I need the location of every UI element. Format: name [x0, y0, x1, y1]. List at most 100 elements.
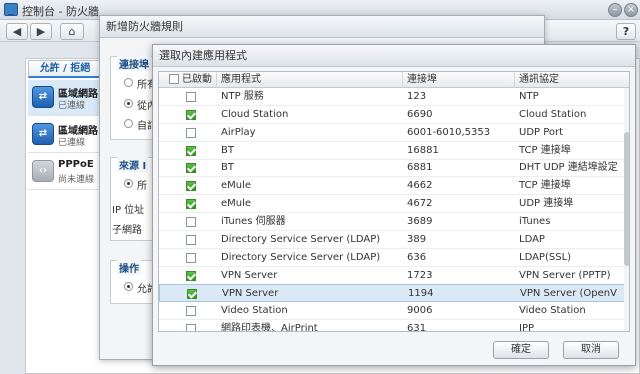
app-cell: eMule: [221, 198, 252, 210]
grid-header: 已啟動 應用程式 連接埠 通訊協定: [159, 72, 629, 88]
table-row[interactable]: VPN Server 1194 VPN Server (OpenV: [159, 284, 625, 303]
protocol-cell: LDAP: [519, 233, 545, 245]
app-cell: Directory Service Server (LDAP): [221, 251, 381, 263]
port-cell: 4662: [407, 180, 433, 192]
protocol-cell: iTunes: [519, 215, 551, 227]
port-cell: 6001-6010,5353: [407, 126, 491, 138]
table-row[interactable]: AirPlay 6001-6010,5353 UDP Port: [159, 124, 625, 142]
group-title: 操作: [117, 260, 141, 275]
protocol-cell: UDP 連接埠: [519, 198, 574, 210]
table-row[interactable]: Cloud Station 6690 Cloud Station: [159, 106, 625, 124]
interface-name: PPPoE: [58, 159, 94, 170]
column-header-protocol[interactable]: 通訊協定: [515, 72, 625, 88]
protocol-cell: TCP 連接埠: [519, 180, 571, 192]
radio-builtin-apps[interactable]: [124, 99, 133, 108]
app-cell: 網路印表機、AirPrint: [221, 323, 318, 332]
protocol-cell: DHT UDP 連結埠設定: [519, 162, 618, 174]
enabled-checkbox[interactable]: [186, 270, 196, 281]
app-cell: Cloud Station: [221, 108, 289, 120]
minimize-icon[interactable]: –: [608, 3, 622, 17]
back-button[interactable]: ◀: [6, 23, 28, 40]
app-cell: VPN Server: [221, 269, 278, 281]
dialog-title: 選取內建應用程式: [153, 45, 635, 67]
enabled-checkbox[interactable]: [186, 216, 196, 227]
table-row[interactable]: eMule 4672 UDP 連接埠: [159, 195, 625, 214]
enabled-checkbox[interactable]: [187, 289, 197, 300]
table-row[interactable]: 網路印表機、AirPrint 631 IPP: [159, 320, 625, 332]
app-cell: Directory Service Server (LDAP): [221, 233, 381, 245]
help-button[interactable]: ?: [616, 23, 636, 40]
interface-status: 尚未連線: [58, 175, 95, 185]
close-icon[interactable]: ×: [624, 3, 638, 17]
protocol-cell: Video Station: [519, 305, 586, 317]
port-cell: 631: [407, 323, 427, 332]
table-row[interactable]: Directory Service Server (LDAP) 389 LDAP: [159, 231, 625, 249]
app-cell: VPN Server: [222, 288, 279, 300]
radio-source-all[interactable]: [124, 179, 133, 188]
enabled-checkbox[interactable]: [186, 181, 196, 192]
cancel-button[interactable]: 取消: [563, 341, 619, 359]
protocol-cell: NTP: [519, 91, 539, 102]
enabled-checkbox[interactable]: [186, 234, 196, 245]
table-row[interactable]: VPN Server 1723 VPN Server (PPTP): [159, 267, 625, 285]
home-button[interactable]: ⌂: [60, 23, 84, 40]
table-row[interactable]: iTunes 伺服器 3689 iTunes: [159, 213, 625, 231]
scrollbar-thumb[interactable]: [624, 132, 629, 266]
port-cell: 4672: [407, 198, 433, 210]
protocol-cell: TCP 連接埠: [519, 144, 571, 156]
enabled-checkbox[interactable]: [186, 109, 196, 120]
port-cell: 9006: [407, 305, 433, 317]
apps-grid: 已啟動 應用程式 連接埠 通訊協定 NTP 服務 123 NTP Cloud Stat…: [158, 71, 630, 332]
port-cell: 6690: [407, 108, 433, 120]
group-title: 來源 I: [117, 157, 149, 172]
ip-address-label: IP 位址: [112, 205, 145, 216]
interface-item-lan2[interactable]: ⇄ 區域網路 已連線: [28, 117, 102, 153]
table-row[interactable]: BT 6881 DHT UDP 連結埠設定: [159, 159, 625, 178]
radio-custom[interactable]: [124, 119, 133, 128]
radio-allow[interactable]: [124, 282, 133, 291]
select-all-checkbox[interactable]: [169, 74, 179, 84]
enabled-checkbox[interactable]: [186, 145, 196, 156]
protocol-cell: Cloud Station: [519, 108, 587, 120]
interface-status: 已連線: [58, 101, 86, 111]
interface-item-pppoe[interactable]: ‹› PPPoE 尚未連線: [28, 154, 102, 190]
interface-item-lan1[interactable]: ⇄ 區域網路 已連線: [28, 80, 102, 116]
window-title: 控制台 - 防火牆: [22, 5, 99, 18]
enabled-checkbox[interactable]: [186, 252, 196, 263]
dialog-title: 新增防火牆規則: [100, 16, 544, 38]
tab-allow-deny[interactable]: 允許 / 拒絕: [28, 60, 102, 78]
enabled-checkbox[interactable]: [186, 163, 196, 174]
app-cell: Video Station: [221, 305, 288, 317]
port-cell: 1723: [407, 269, 433, 281]
ok-button[interactable]: 確定: [493, 341, 549, 359]
app-cell: NTP 服務: [221, 91, 264, 102]
app-cell: iTunes 伺服器: [221, 215, 286, 227]
vertical-scrollbar[interactable]: [624, 88, 629, 331]
column-header-port[interactable]: 連接埠: [403, 72, 515, 88]
table-row[interactable]: BT 16881 TCP 連接埠: [159, 142, 625, 160]
app-cell: AirPlay: [221, 126, 256, 138]
enabled-checkbox[interactable]: [186, 324, 196, 331]
radio-all-ports[interactable]: [124, 78, 133, 87]
app-cell: BT: [221, 144, 234, 156]
port-cell: 16881: [407, 144, 439, 156]
enabled-checkbox[interactable]: [186, 199, 196, 210]
protocol-cell: IPP: [519, 323, 535, 332]
column-header-app[interactable]: 應用程式: [217, 72, 403, 88]
forward-button[interactable]: ▶: [30, 23, 52, 40]
table-row[interactable]: eMule 4662 TCP 連接埠: [159, 177, 625, 196]
table-row[interactable]: Directory Service Server (LDAP) 636 LDAP(S…: [159, 249, 625, 267]
table-row[interactable]: NTP 服務 123 NTP: [159, 88, 625, 106]
control-panel-icon: [4, 3, 18, 16]
enabled-checkbox[interactable]: [186, 92, 196, 102]
column-header-enabled[interactable]: 已啟動: [179, 72, 217, 88]
enabled-checkbox[interactable]: [186, 127, 196, 138]
port-cell: 3689: [407, 215, 433, 227]
network-icon: ⇄: [32, 86, 54, 108]
select-builtin-apps-dialog: 選取內建應用程式 已啟動 應用程式 連接埠 通訊協定 NTP 服務 123 NTP C…: [152, 44, 636, 366]
port-cell: 389: [407, 233, 427, 245]
port-cell: 123: [407, 91, 427, 102]
enabled-checkbox[interactable]: [186, 306, 196, 317]
table-row[interactable]: Video Station 9006 Video Station: [159, 302, 625, 321]
port-cell: 636: [407, 251, 427, 263]
